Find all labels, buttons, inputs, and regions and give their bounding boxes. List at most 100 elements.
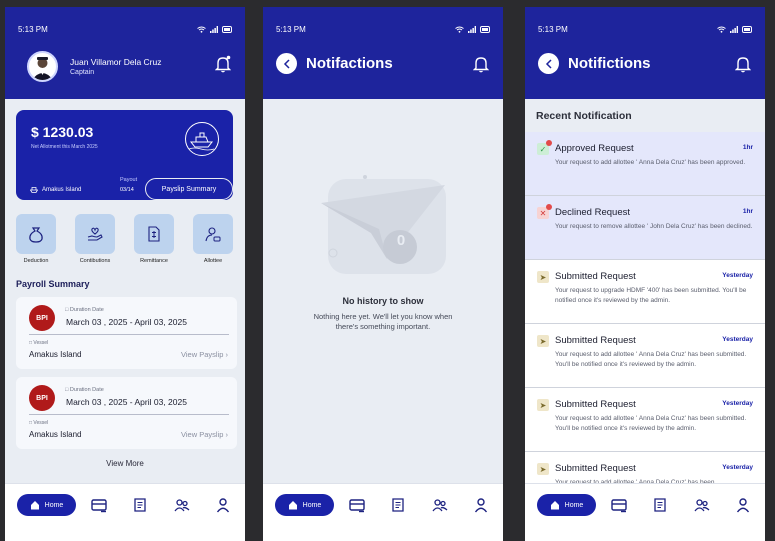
notification-title: Submitted Request bbox=[555, 399, 636, 410]
ship-icon bbox=[185, 122, 219, 156]
unread-dot bbox=[546, 204, 552, 210]
notification-item[interactable]: ✓ Approved Request 1hr Your request to a… bbox=[525, 132, 765, 196]
document-icon[interactable] bbox=[390, 497, 406, 513]
page-title: Notifictions bbox=[568, 55, 651, 72]
bell-icon[interactable] bbox=[473, 55, 489, 73]
home-header: 5:13 PM Juan Villamor Dela Cruz Captain bbox=[5, 7, 245, 99]
notification-item[interactable]: ✕ Declined Request 1hr Your request to r… bbox=[525, 196, 765, 260]
divider bbox=[29, 334, 229, 335]
duration-value: March 03 , 2025 - April 03, 2025 bbox=[66, 397, 187, 407]
status-time: 5:13 PM bbox=[276, 25, 306, 34]
allottee-label: Allottee bbox=[203, 258, 223, 264]
view-more-link[interactable]: View More bbox=[5, 459, 245, 468]
card-icon[interactable] bbox=[611, 497, 627, 513]
vessel-label: □ Vessel bbox=[29, 340, 49, 346]
chevron-left-icon bbox=[283, 58, 290, 69]
nav-home-label: Home bbox=[44, 501, 64, 509]
vessel-value: Amakus Island bbox=[29, 430, 82, 439]
notification-time: Yesterday bbox=[722, 336, 753, 343]
duration-value: March 03 , 2025 - April 03, 2025 bbox=[66, 317, 187, 327]
payroll-card[interactable]: BPI □ Duration Date March 03 , 2025 - Ap… bbox=[16, 297, 237, 369]
profile-icon[interactable] bbox=[215, 497, 231, 513]
empty-state-title: No history to show bbox=[342, 296, 424, 306]
nav-home-label: Home bbox=[302, 501, 322, 509]
payslip-summary-button[interactable]: Payslip Summary bbox=[145, 178, 233, 200]
view-payslip-link[interactable]: View Payslip › bbox=[181, 430, 228, 439]
notification-item[interactable]: ➤ Submitted Request Yesterday Your reque… bbox=[525, 388, 765, 452]
send-icon: ➤ bbox=[537, 399, 549, 411]
notification-title: Submitted Request bbox=[555, 335, 636, 346]
wifi-icon bbox=[455, 26, 464, 33]
card-icon[interactable] bbox=[91, 497, 107, 513]
users-icon[interactable] bbox=[694, 497, 710, 513]
allottee-button[interactable] bbox=[193, 214, 233, 254]
duration-label: □ Duration Date bbox=[65, 307, 104, 313]
status-icons bbox=[197, 26, 233, 33]
contributions-button[interactable] bbox=[75, 214, 115, 254]
notification-body: Your request to add allottee ' Anna Dela… bbox=[555, 415, 747, 432]
send-icon: ➤ bbox=[537, 271, 549, 283]
notification-item[interactable]: ➤ Submitted Request Yesterday Your reque… bbox=[525, 324, 765, 388]
avatar[interactable] bbox=[27, 51, 58, 82]
chevron-right-icon: › bbox=[225, 350, 229, 359]
recent-notification-title: Recent Notification bbox=[536, 110, 632, 122]
user-money-icon bbox=[205, 227, 221, 242]
battery-icon bbox=[480, 26, 490, 33]
payout-label: Payout bbox=[120, 177, 138, 183]
back-button[interactable] bbox=[276, 53, 297, 74]
status-bar: 5:13 PM bbox=[276, 25, 491, 34]
send-icon: ➤ bbox=[537, 335, 549, 347]
view-payslip-link[interactable]: View Payslip › bbox=[181, 350, 228, 359]
notification-item[interactable]: ➤ Submitted Request Yesterday Your reque… bbox=[525, 260, 765, 324]
notification-title: Declined Request bbox=[555, 207, 630, 218]
bottom-nav: Home bbox=[5, 483, 245, 541]
nav-home-button[interactable]: Home bbox=[537, 494, 596, 516]
page-title: Notifactions bbox=[306, 55, 393, 72]
users-icon[interactable] bbox=[432, 497, 448, 513]
remittance-button[interactable] bbox=[134, 214, 174, 254]
users-icon[interactable] bbox=[174, 497, 190, 513]
notifications-header: 5:13 PM Notifictions bbox=[525, 7, 765, 99]
nav-home-button[interactable]: Home bbox=[275, 494, 334, 516]
bpi-logo: BPI bbox=[29, 385, 55, 411]
notification-body: Your request to upgrade HDMF '400' has b… bbox=[555, 287, 747, 304]
status-icons bbox=[717, 26, 753, 33]
notifications-header: 5:13 PM Notifactions bbox=[263, 7, 503, 99]
home-icon bbox=[288, 501, 297, 510]
vessel-name: Amakus Island bbox=[42, 186, 82, 193]
notification-body: Your request to remove allottee ' John D… bbox=[555, 223, 753, 230]
bpi-logo: BPI bbox=[29, 305, 55, 331]
profile-icon[interactable] bbox=[473, 497, 489, 513]
battery-icon bbox=[742, 26, 752, 33]
empty-state-message: Nothing here yet. We'll let you know whe… bbox=[313, 312, 453, 331]
document-money-icon bbox=[148, 226, 160, 242]
payroll-card[interactable]: BPI □ Duration Date March 03 , 2025 - Ap… bbox=[16, 377, 237, 449]
bell-icon[interactable] bbox=[735, 55, 751, 73]
card-icon[interactable] bbox=[349, 497, 365, 513]
balance-subtitle: Net Allotment this March 2025 bbox=[31, 144, 98, 150]
status-time: 5:13 PM bbox=[538, 25, 568, 34]
document-icon[interactable] bbox=[132, 497, 148, 513]
status-bar: 5:13 PM bbox=[18, 25, 233, 34]
status-time: 5:13 PM bbox=[18, 25, 48, 34]
document-icon[interactable] bbox=[652, 497, 668, 513]
payout-value: 03/14 bbox=[120, 187, 134, 193]
empty-count-badge: 0 bbox=[396, 232, 406, 249]
back-button[interactable] bbox=[538, 53, 559, 74]
notification-time: Yesterday bbox=[722, 272, 753, 279]
vessel-info: Amakus Island bbox=[30, 186, 81, 193]
notification-title: Submitted Request bbox=[555, 271, 636, 282]
deduction-button[interactable] bbox=[16, 214, 56, 254]
bottom-nav: Home bbox=[263, 483, 503, 541]
payroll-summary-title: Payroll Summary bbox=[16, 279, 90, 289]
bell-icon[interactable] bbox=[215, 55, 231, 73]
notification-body: Your request to add allottee ' Anna Dela… bbox=[555, 351, 747, 368]
ship-small-icon bbox=[30, 187, 38, 193]
notifications-empty-screen: 5:13 PM Notifactions 0 No history to sho… bbox=[263, 7, 503, 541]
notification-time: 1hr bbox=[742, 208, 753, 215]
nav-home-button[interactable]: Home bbox=[17, 494, 76, 516]
notification-title: Submitted Request bbox=[555, 463, 636, 474]
profile-icon[interactable] bbox=[735, 497, 751, 513]
vessel-label: □ Vessel bbox=[29, 420, 49, 426]
user-name: Juan Villamor Dela Cruz bbox=[70, 57, 162, 67]
